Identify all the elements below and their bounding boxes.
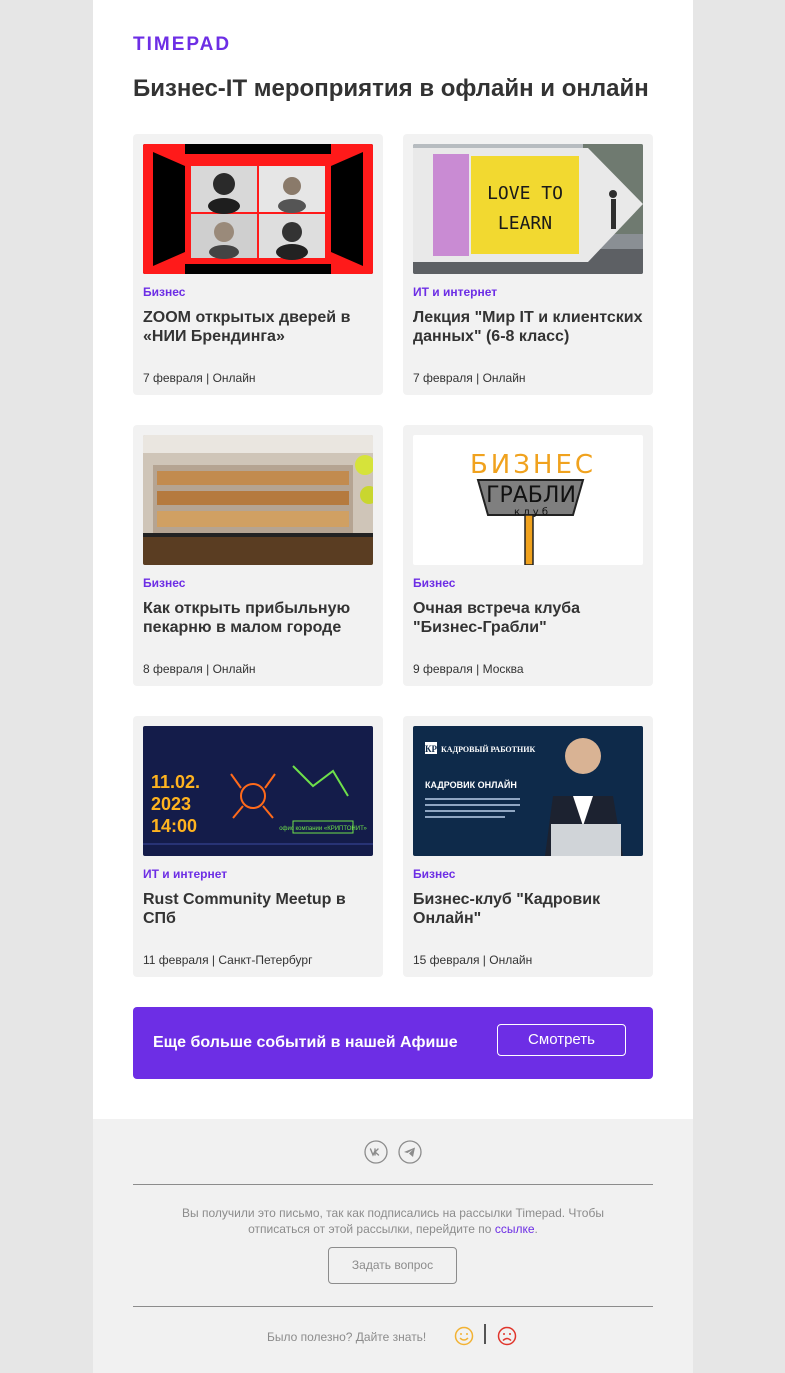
notice-end: .	[534, 1222, 538, 1236]
event-category[interactable]: ИТ и интернет	[143, 867, 227, 881]
event-image-bakery[interactable]	[143, 435, 373, 565]
event-image-zoom[interactable]	[143, 144, 373, 274]
event-title[interactable]: Очная встреча клуба "Бизнес-Грабли"	[413, 599, 645, 637]
svg-text:ГРАБЛИ: ГРАБЛИ	[486, 483, 576, 508]
svg-text:КР: КР	[425, 744, 438, 754]
event-card[interactable]: Бизнес Как открыть прибыльную пекарню в …	[133, 425, 383, 686]
svg-text:LOVE TO: LOVE TO	[487, 183, 563, 204]
view-button[interactable]: Смотреть	[497, 1024, 626, 1056]
vk-icon[interactable]	[364, 1140, 388, 1164]
event-category[interactable]: ИТ и интернет	[413, 285, 497, 299]
afisha-banner: Еще больше событий в нашей Афише Смотрет…	[133, 1007, 653, 1079]
svg-text:TIMEPAD: TIMEPAD	[133, 34, 231, 52]
event-category[interactable]: Бизнес	[143, 285, 185, 299]
event-image-grabli[interactable]: БИЗНЕС ГРАБЛИ к л у б	[413, 435, 643, 565]
feedback-separator	[484, 1324, 486, 1344]
telegram-icon[interactable]	[398, 1140, 422, 1164]
event-image-kadrovik[interactable]: КР КАДРОВЫЙ РАБОТНИК КАДРОВИК ОНЛАЙН	[413, 726, 643, 856]
event-date-location: 9 февраля | Москва	[413, 662, 524, 676]
svg-text:КАДРОВЫЙ РАБОТНИК: КАДРОВЫЙ РАБОТНИК	[441, 745, 535, 754]
svg-text:БИЗНЕС: БИЗНЕС	[470, 450, 596, 480]
event-card[interactable]: LOVE TO LEARN ИТ и интернет Лекция "Мир …	[403, 134, 653, 395]
unsubscribe-notice: Вы получили это письмо, так как подписал…	[153, 1205, 633, 1237]
divider	[133, 1306, 653, 1307]
svg-text:2023: 2023	[151, 794, 191, 814]
smile-icon[interactable]	[454, 1326, 474, 1346]
event-date-location: 11 февраля | Санкт-Петербург	[143, 953, 313, 967]
banner-text: Еще больше событий в нашей Афише	[153, 1034, 458, 1051]
event-title[interactable]: Rust Community Meetup в СПб	[143, 890, 375, 928]
event-card[interactable]: БИЗНЕС ГРАБЛИ к л у б Бизнес Очная встре…	[403, 425, 653, 686]
event-title[interactable]: ZOOM открытых дверей в «НИИ Брендинга»	[143, 308, 375, 346]
svg-text:офис компании «КРИПТОНИТ»: офис компании «КРИПТОНИТ»	[279, 826, 367, 832]
event-card[interactable]: КР КАДРОВЫЙ РАБОТНИК КАДРОВИК ОНЛАЙН Биз…	[403, 716, 653, 977]
ask-question-button[interactable]: Задать вопрос	[328, 1247, 457, 1284]
event-category[interactable]: Бизнес	[413, 576, 455, 590]
event-title[interactable]: Лекция "Мир IT и клиентских данных" (6-8…	[413, 308, 645, 346]
page-title: Бизнес-IT мероприятия в офлайн и онлайн	[133, 75, 649, 102]
event-category[interactable]: Бизнес	[413, 867, 455, 881]
event-date-location: 15 февраля | Онлайн	[413, 953, 533, 967]
event-date-location: 7 февраля | Онлайн	[143, 371, 256, 385]
email-footer: Вы получили это письмо, так как подписал…	[93, 1119, 693, 1373]
svg-text:11.02.: 11.02.	[151, 772, 200, 792]
event-category[interactable]: Бизнес	[143, 576, 185, 590]
event-image-rust-meetup[interactable]: 11.02. 2023 14:00 офис компании «КРИПТОН…	[143, 726, 373, 856]
event-date-location: 8 февраля | Онлайн	[143, 662, 256, 676]
event-title[interactable]: Как открыть прибыльную пекарню в малом г…	[143, 599, 375, 637]
event-date-location: 7 февраля | Онлайн	[413, 371, 526, 385]
unsubscribe-link[interactable]: ссылке	[495, 1222, 535, 1236]
event-card[interactable]: 11.02. 2023 14:00 офис компании «КРИПТОН…	[133, 716, 383, 977]
divider	[133, 1184, 653, 1185]
svg-text:КАДРОВИК ОНЛАЙН: КАДРОВИК ОНЛАЙН	[425, 779, 517, 790]
timepad-logo[interactable]: TIMEPAD	[133, 34, 265, 52]
svg-text:14:00: 14:00	[151, 816, 197, 836]
frown-icon[interactable]	[497, 1326, 517, 1346]
notice-text: Вы получили это письмо, так как подписал…	[182, 1206, 604, 1236]
feedback-text: Было полезно? Дайте знать!	[267, 1330, 427, 1344]
email-body: TIMEPAD Бизнес-IT мероприятия в офлайн и…	[93, 0, 693, 1119]
svg-text:LEARN: LEARN	[498, 213, 552, 234]
event-image-love-to-learn[interactable]: LOVE TO LEARN	[413, 144, 643, 274]
event-card[interactable]: Бизнес ZOOM открытых дверей в «НИИ Бренд…	[133, 134, 383, 395]
event-title[interactable]: Бизнес-клуб "Кадровик Онлайн"	[413, 890, 645, 928]
